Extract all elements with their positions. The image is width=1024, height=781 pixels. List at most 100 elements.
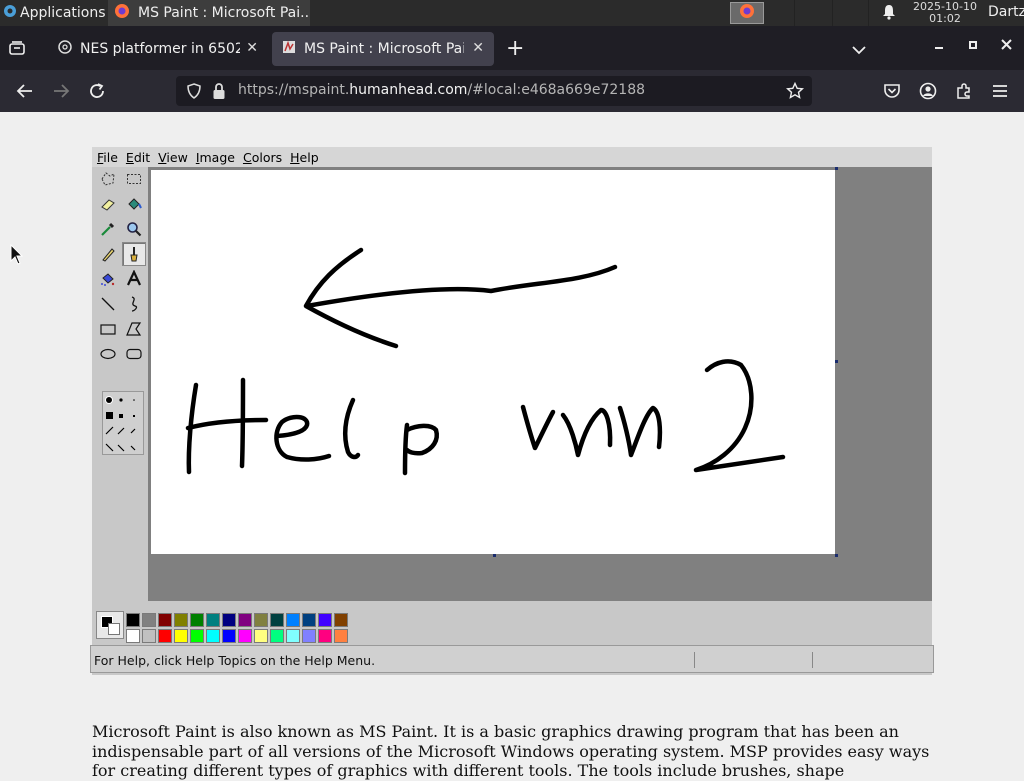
palette-swatch[interactable] [174, 629, 188, 643]
select-tool[interactable] [122, 167, 146, 191]
free-form-select-tool[interactable] [96, 167, 120, 191]
text-a-icon [127, 270, 141, 286]
palette-swatch[interactable] [206, 613, 220, 627]
taskbar-window-button[interactable]: MS Paint : Microsoft Pai... [108, 0, 310, 26]
resize-handle-bottom-right[interactable] [835, 554, 838, 557]
palette-swatch[interactable] [190, 629, 204, 643]
tab-label: MS Paint : Microsoft Paint [304, 41, 464, 57]
rectangle-tool[interactable] [96, 317, 120, 341]
notification-bell-icon[interactable] [882, 4, 896, 24]
magnifier-icon [127, 222, 142, 237]
eraser-tool[interactable] [96, 192, 120, 216]
canvas-drawing [185, 247, 786, 476]
lock-icon[interactable] [212, 82, 226, 104]
url-suffix: /#local:e468a669e72188 [467, 82, 646, 98]
palette-swatch[interactable] [142, 613, 156, 627]
brush-tool[interactable] [122, 242, 146, 266]
minimize-icon[interactable] [934, 38, 944, 54]
polygon-icon [126, 322, 142, 336]
status-help-text: For Help, click Help Topics on the Help … [94, 653, 376, 668]
palette-swatch[interactable] [286, 629, 300, 643]
panel-clock[interactable]: 2025-10-10 01:02 [910, 1, 980, 25]
rounded-rectangle-tool[interactable] [122, 342, 146, 366]
applications-label: Applications [20, 5, 106, 21]
palette-swatch[interactable] [238, 613, 252, 627]
palette-swatch[interactable] [254, 613, 268, 627]
polygon-tool[interactable] [122, 317, 146, 341]
palette-swatch[interactable] [238, 629, 252, 643]
drawing-canvas[interactable] [151, 170, 835, 554]
tray-firefox-button[interactable] [730, 2, 764, 24]
menu-edit[interactable]: Edit [126, 150, 150, 165]
palette-swatch[interactable] [158, 629, 172, 643]
palette-swatch[interactable] [142, 629, 156, 643]
menu-help[interactable]: Help [290, 150, 319, 165]
list-all-tabs-icon[interactable] [8, 39, 26, 61]
palette-swatch[interactable] [126, 613, 140, 627]
fill-with-color-tool[interactable] [122, 192, 146, 216]
tab-ms-paint[interactable]: MS Paint : Microsoft Paint ✕ [272, 32, 494, 66]
resize-handle-bottom-center[interactable] [493, 554, 496, 557]
menu-colors[interactable]: Colors [243, 150, 282, 165]
magnifier-tool[interactable] [122, 217, 146, 241]
eyedropper-icon [101, 222, 115, 236]
chevron-down-icon[interactable] [852, 40, 866, 59]
menu-file[interactable]: File [97, 150, 118, 165]
close-tab-icon[interactable]: ✕ [246, 40, 258, 56]
palette-swatch[interactable] [286, 613, 300, 627]
applications-menu[interactable]: Applications ☰ [0, 0, 117, 26]
palette-swatch[interactable] [222, 629, 236, 643]
canvas-scroll-area[interactable] [148, 167, 932, 601]
palette-swatch[interactable] [174, 613, 188, 627]
line-tool[interactable] [96, 292, 120, 316]
back-arrow-icon[interactable] [16, 82, 34, 104]
panel-separator [832, 0, 833, 26]
close-tab-icon[interactable]: ✕ [472, 40, 484, 56]
current-colors-indicator[interactable] [96, 611, 124, 639]
brush-shape-options[interactable] [102, 391, 144, 455]
maximize-icon[interactable] [968, 38, 978, 54]
resize-handle-top-right[interactable] [835, 167, 838, 170]
palette-swatch[interactable] [158, 613, 172, 627]
extensions-icon[interactable] [955, 82, 973, 104]
ellipse-tool[interactable] [96, 342, 120, 366]
palette-swatch[interactable] [302, 629, 316, 643]
text-tool[interactable] [122, 267, 146, 291]
palette-swatch[interactable] [190, 613, 204, 627]
hamburger-menu-icon[interactable] [991, 82, 1009, 104]
palette-swatch[interactable] [206, 629, 220, 643]
palette-swatch[interactable] [334, 629, 348, 643]
bookmark-star-icon[interactable] [785, 81, 805, 104]
palette-swatch[interactable] [270, 629, 284, 643]
account-icon[interactable] [919, 82, 937, 104]
palette-swatch[interactable] [318, 629, 332, 643]
mspaint-favicon-icon [282, 40, 296, 58]
pencil-tool[interactable] [96, 242, 120, 266]
new-tab-icon[interactable]: + [506, 36, 524, 61]
tracking-protection-shield-icon[interactable] [186, 83, 202, 103]
forward-arrow-icon[interactable] [52, 82, 70, 104]
curve-tool[interactable] [122, 292, 146, 316]
palette-swatch[interactable] [334, 613, 348, 627]
palette-swatch[interactable] [318, 613, 332, 627]
airbrush-tool[interactable] [96, 267, 120, 291]
palette-swatch[interactable] [254, 629, 268, 643]
pocket-icon[interactable] [883, 82, 901, 104]
palette-swatch[interactable] [222, 613, 236, 627]
palette-swatch[interactable] [302, 613, 316, 627]
resize-handle-middle-right[interactable] [835, 360, 838, 363]
url-bar[interactable]: https://mspaint.humanhead.com/#local:e46… [176, 76, 812, 106]
menu-image[interactable]: Image [196, 150, 235, 165]
url-host: humanhead.com [349, 82, 468, 98]
pick-color-tool[interactable] [96, 217, 120, 241]
close-window-icon[interactable] [1001, 38, 1012, 54]
brush-icon [130, 247, 138, 262]
menu-view[interactable]: View [158, 150, 188, 165]
palette-swatch[interactable] [270, 613, 284, 627]
palette-swatch[interactable] [126, 629, 140, 643]
reload-icon[interactable] [88, 82, 106, 104]
letter-h-right-stroke [239, 377, 246, 469]
tab-nes-platformer[interactable]: NES platformer in 6502 ✕ [48, 32, 268, 66]
user-name[interactable]: Dartz [988, 4, 1024, 20]
curve-icon [131, 296, 138, 312]
